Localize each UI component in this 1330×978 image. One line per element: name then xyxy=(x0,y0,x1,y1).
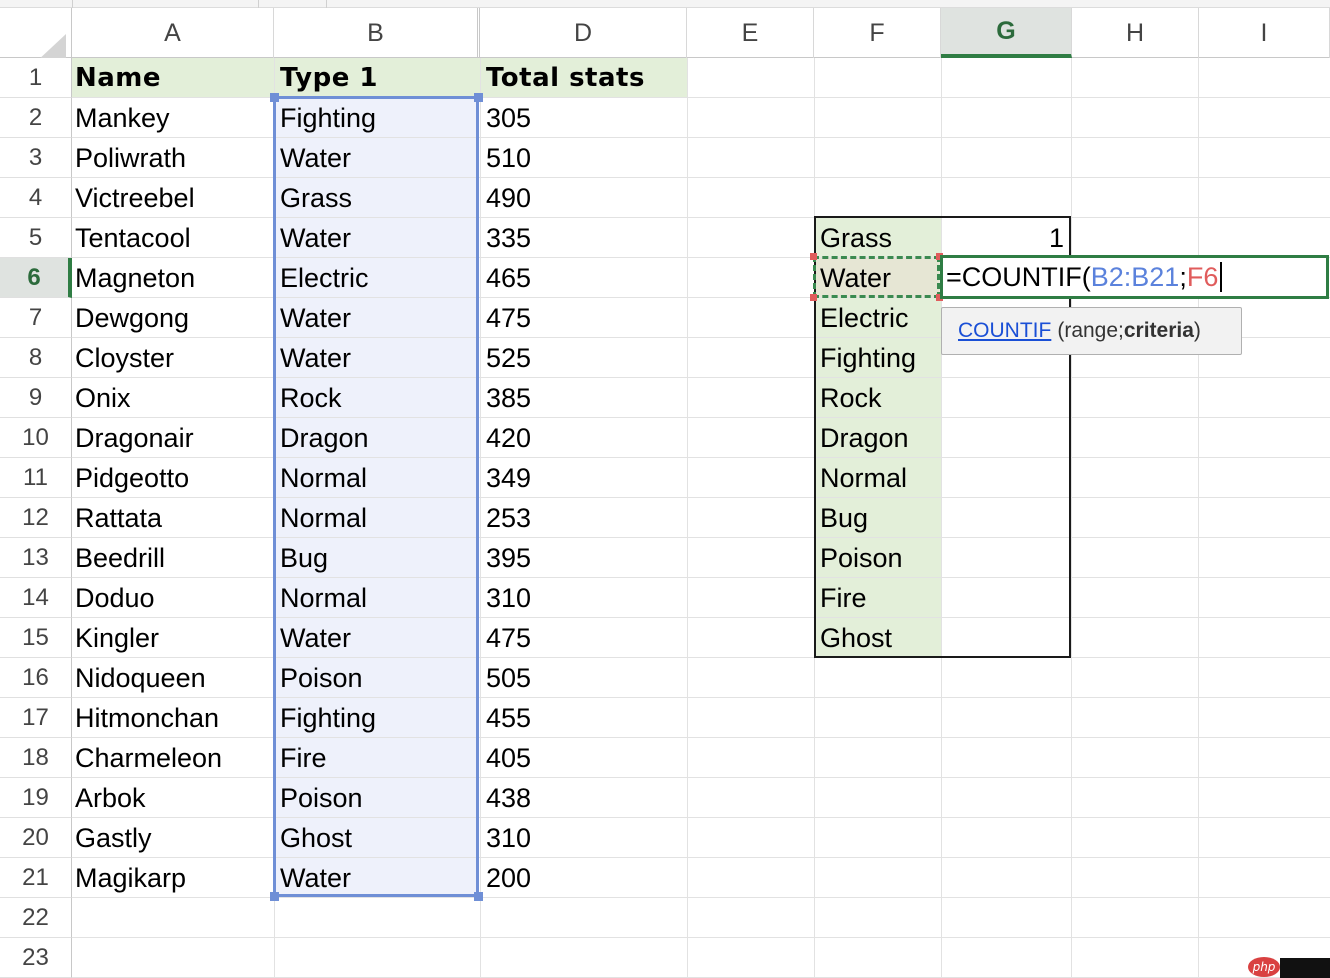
cell-total[interactable]: 253 xyxy=(484,498,531,538)
formula-range: B2:B21 xyxy=(1090,261,1180,292)
row-header-19[interactable]: 19 xyxy=(0,778,72,818)
cell-name[interactable]: Mankey xyxy=(73,98,170,138)
row-header-5[interactable]: 5 xyxy=(0,218,72,258)
toolbar-strip xyxy=(0,0,1330,8)
cell-total[interactable]: 335 xyxy=(484,218,531,258)
row-header-18[interactable]: 18 xyxy=(0,738,72,778)
selection-handle-top-left[interactable] xyxy=(270,93,279,102)
cell-total[interactable]: 465 xyxy=(484,258,531,298)
cell-name[interactable]: Arbok xyxy=(73,778,146,818)
cell-name[interactable]: Magikarp xyxy=(73,858,186,898)
cell-total[interactable]: 310 xyxy=(484,578,531,618)
cell-total[interactable]: 405 xyxy=(484,738,531,778)
formula-separator: ; xyxy=(1179,261,1187,292)
column-header-e[interactable]: E xyxy=(687,8,814,58)
cell-total[interactable]: 395 xyxy=(484,538,531,578)
tooltip-args-criteria: criteria xyxy=(1123,319,1194,342)
cell-name[interactable]: Dewgong xyxy=(73,298,189,338)
cell-total[interactable]: 475 xyxy=(484,298,531,338)
header-name[interactable]: Name xyxy=(73,58,161,98)
cell-name[interactable]: Kingler xyxy=(73,618,159,658)
cell-total[interactable]: 505 xyxy=(484,658,531,698)
cell-name[interactable]: Doduo xyxy=(73,578,155,618)
cell-name[interactable]: Rattata xyxy=(73,498,162,538)
column-header-f[interactable]: F xyxy=(814,8,941,58)
selection-handle-bottom-left[interactable] xyxy=(270,892,279,901)
column-header-g[interactable]: G xyxy=(941,8,1072,58)
cell-name[interactable]: Charmeleon xyxy=(73,738,222,778)
row-header-6[interactable]: 6 xyxy=(0,258,72,298)
tooltip-function-link[interactable]: COUNTIF xyxy=(958,319,1051,343)
row-header-7[interactable]: 7 xyxy=(0,298,72,338)
cell-name[interactable]: Magneton xyxy=(73,258,195,298)
cell-name[interactable]: Gastly xyxy=(73,818,152,858)
ref-handle-top-left[interactable] xyxy=(810,253,817,260)
cell-total[interactable]: 510 xyxy=(484,138,531,178)
row-header-4[interactable]: 4 xyxy=(0,178,72,218)
cell-name[interactable]: Victreebel xyxy=(73,178,195,218)
tooltip-args-end: ) xyxy=(1193,319,1201,342)
selection-handle-bottom-right[interactable] xyxy=(474,892,483,901)
formula-prefix: =COUNTIF( xyxy=(946,261,1091,292)
cell-total[interactable]: 200 xyxy=(484,858,531,898)
row-header-13[interactable]: 13 xyxy=(0,538,72,578)
row-header-9[interactable]: 9 xyxy=(0,378,72,418)
range-selection-b2-b21 xyxy=(273,96,479,897)
formula-criteria: F6 xyxy=(1186,261,1219,292)
row-header-1[interactable]: 1 xyxy=(0,58,72,98)
cell-g6-editor[interactable]: =COUNTIF(B2:B21; F6 xyxy=(940,255,1329,299)
row-header-10[interactable]: 10 xyxy=(0,418,72,458)
cell-name[interactable]: Beedrill xyxy=(73,538,165,578)
row-header-8[interactable]: 8 xyxy=(0,338,72,378)
text-caret xyxy=(1220,262,1223,292)
ref-handle-bottom-left[interactable] xyxy=(810,294,817,301)
cell-name[interactable]: Pidgeotto xyxy=(73,458,189,498)
cell-total[interactable]: 525 xyxy=(484,338,531,378)
cell-name[interactable]: Hitmonchan xyxy=(73,698,219,738)
cell-total[interactable]: 455 xyxy=(484,698,531,738)
cell-total[interactable]: 420 xyxy=(484,418,531,458)
column-header-i[interactable]: I xyxy=(1199,8,1330,58)
column-header-a[interactable]: A xyxy=(72,8,274,58)
row-header-21[interactable]: 21 xyxy=(0,858,72,898)
cell-name[interactable]: Nidoqueen xyxy=(73,658,206,698)
cell-total[interactable]: 310 xyxy=(484,818,531,858)
row-header-15[interactable]: 15 xyxy=(0,618,72,658)
select-all-corner[interactable] xyxy=(0,8,72,62)
tooltip-args-start: (range; xyxy=(1057,319,1124,342)
row-header-23[interactable]: 23 xyxy=(0,938,72,978)
cell-total[interactable]: 385 xyxy=(484,378,531,418)
cell-total[interactable]: 490 xyxy=(484,178,531,218)
cell-name[interactable]: Poliwrath xyxy=(73,138,186,178)
criteria-reference-f6 xyxy=(813,256,940,298)
cell-name[interactable]: Dragonair xyxy=(73,418,194,458)
function-tooltip: COUNTIF (range; criteria) xyxy=(941,307,1242,355)
header-total-stats[interactable]: Total stats xyxy=(484,58,645,98)
watermark-bar xyxy=(1280,958,1330,978)
row-header-14[interactable]: 14 xyxy=(0,578,72,618)
watermark: php xyxy=(1248,955,1330,978)
row-header-20[interactable]: 20 xyxy=(0,818,72,858)
header-type1[interactable]: Type 1 xyxy=(278,58,378,98)
column-header-b[interactable]: B xyxy=(274,8,480,58)
cell-total[interactable]: 438 xyxy=(484,778,531,818)
cell-total[interactable]: 305 xyxy=(484,98,531,138)
column-header-h[interactable]: H xyxy=(1072,8,1199,58)
row-header-11[interactable]: 11 xyxy=(0,458,72,498)
cell-name[interactable]: Onix xyxy=(73,378,131,418)
row-header-2[interactable]: 2 xyxy=(0,98,72,138)
row-header-22[interactable]: 22 xyxy=(0,898,72,938)
cell-name[interactable]: Tentacool xyxy=(73,218,191,258)
cell-total[interactable]: 475 xyxy=(484,618,531,658)
column-header-d[interactable]: D xyxy=(480,8,687,58)
selection-handle-top-right[interactable] xyxy=(474,93,483,102)
cell-total[interactable]: 349 xyxy=(484,458,531,498)
row-header-3[interactable]: 3 xyxy=(0,138,72,178)
spreadsheet[interactable]: A B D E F G H I 1 2 3 4 5 6 7 8 9 10 11 12 13 14 15 16 1… xyxy=(0,0,1330,978)
row-header-12[interactable]: 12 xyxy=(0,498,72,538)
cell-name[interactable]: Cloyster xyxy=(73,338,174,378)
row-header-17[interactable]: 17 xyxy=(0,698,72,738)
watermark-logo: php xyxy=(1248,957,1280,977)
row-header-16[interactable]: 16 xyxy=(0,658,72,698)
